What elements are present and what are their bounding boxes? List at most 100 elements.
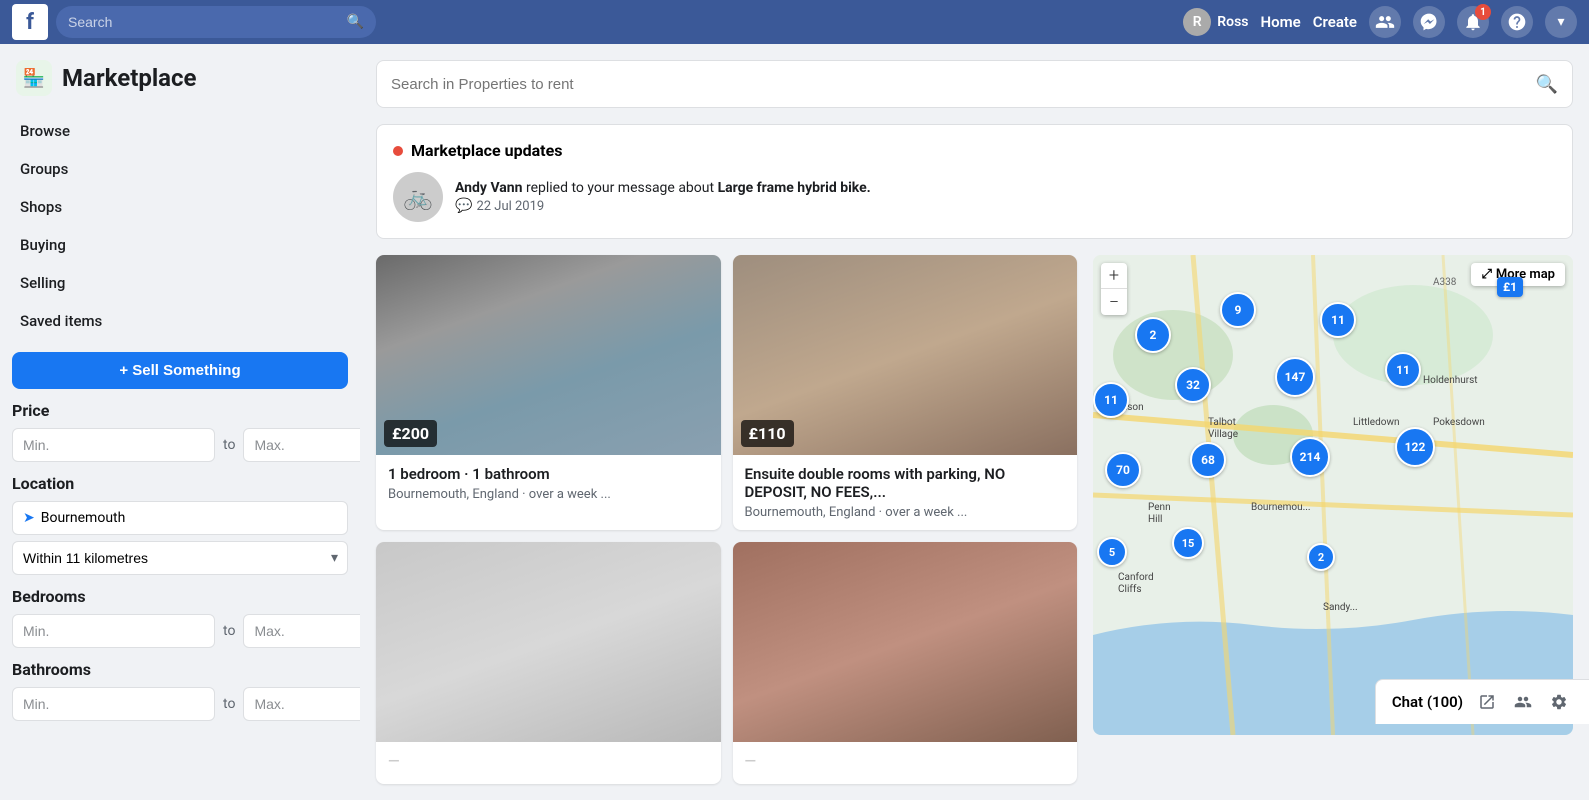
listing-price-badge: £110 xyxy=(741,420,794,447)
chat-people-icon-btn[interactable] xyxy=(1509,688,1537,716)
map-cluster[interactable]: 214 xyxy=(1290,437,1330,477)
map-cluster[interactable]: 11 xyxy=(1320,302,1356,338)
listing-title: Ensuite double rooms with parking, NO DE… xyxy=(745,465,1066,501)
listing-location: Bournemouth, England · over a week ... xyxy=(388,487,709,502)
property-search-input[interactable] xyxy=(391,76,1526,93)
map-cluster[interactable]: 15 xyxy=(1172,527,1204,559)
user-profile-link[interactable]: R Ross xyxy=(1183,8,1248,36)
listing-info: 1 bedroom · 1 bathroom Bournemouth, Engl… xyxy=(376,455,721,512)
listing-title: — xyxy=(388,752,709,770)
chat-widget-icons xyxy=(1473,688,1573,716)
global-search-box: 🔍 xyxy=(56,6,376,38)
svg-text:Talbot: Talbot xyxy=(1208,417,1236,428)
property-search-icon: 🔍 xyxy=(1536,74,1558,95)
zoom-in-button[interactable]: + xyxy=(1101,263,1127,289)
listing-info: Ensuite double rooms with parking, NO DE… xyxy=(733,455,1078,530)
main-layout: 🏪 Marketplace Browse Groups Shops Buying… xyxy=(0,44,1589,800)
map-cluster[interactable]: 122 xyxy=(1395,427,1435,467)
topnav-right: R Ross Home Create 1 ▾ xyxy=(1183,6,1577,38)
update-user: Andy Vann xyxy=(455,180,522,196)
map-cluster[interactable]: 9 xyxy=(1220,292,1256,328)
global-search-input[interactable] xyxy=(68,14,339,30)
bedrooms-filter-row: to xyxy=(12,614,348,648)
svg-text:Bournemou...: Bournemou... xyxy=(1251,502,1311,513)
svg-text:Littledown: Littledown xyxy=(1353,417,1399,428)
bathrooms-min-input[interactable] xyxy=(12,687,215,721)
map-cluster[interactable]: 11 xyxy=(1385,352,1421,388)
sidebar-item-groups[interactable]: Groups xyxy=(12,150,348,188)
map-cluster[interactable]: 70 xyxy=(1105,452,1141,488)
listing-image xyxy=(733,542,1078,742)
notifications-icon-btn[interactable]: 1 xyxy=(1457,6,1489,38)
listing-title: 1 bedroom · 1 bathroom xyxy=(388,465,709,483)
message-icon: 💬 xyxy=(455,198,472,214)
sidebar-item-selling[interactable]: Selling xyxy=(12,264,348,302)
sidebar-item-buying[interactable]: Buying xyxy=(12,226,348,264)
map-cluster[interactable]: 2 xyxy=(1135,317,1171,353)
sidebar-item-shops[interactable]: Shops xyxy=(12,188,348,226)
updates-panel: Marketplace updates 🚲 Andy Vann replied … xyxy=(376,124,1573,239)
update-action: replied to your message about xyxy=(526,180,718,196)
update-item[interactable]: 🚲 Andy Vann replied to your message abou… xyxy=(393,172,1556,222)
update-text: Andy Vann replied to your message about … xyxy=(455,180,871,196)
map-price-badge[interactable]: £1 xyxy=(1497,277,1523,297)
sidebar-item-browse[interactable]: Browse xyxy=(12,112,348,150)
map-cluster[interactable]: 11 xyxy=(1093,382,1129,418)
location-pin-icon: ➤ xyxy=(23,510,35,526)
price-min-input[interactable] xyxy=(12,428,215,462)
svg-text:Sandy...: Sandy... xyxy=(1323,602,1358,613)
map-cluster[interactable]: 2 xyxy=(1307,543,1335,571)
location-value-box[interactable]: ➤ Bournemouth xyxy=(12,501,348,535)
map-cluster[interactable]: 68 xyxy=(1190,442,1226,478)
zoom-out-button[interactable]: − xyxy=(1101,289,1127,315)
listings-grid: £200 1 bedroom · 1 bathroom Bournemouth,… xyxy=(376,255,1077,784)
map-cluster[interactable]: 5 xyxy=(1097,537,1127,567)
bathrooms-filter-label: Bathrooms xyxy=(12,660,348,679)
facebook-logo[interactable]: f xyxy=(12,4,48,40)
listing-card[interactable]: £110 Ensuite double rooms with parking, … xyxy=(733,255,1078,530)
listing-info: — xyxy=(376,742,721,784)
svg-text:Canford: Canford xyxy=(1118,571,1154,583)
price-max-input[interactable] xyxy=(243,428,360,462)
price-filter: Price to xyxy=(12,401,348,462)
sell-something-button[interactable]: + Sell Something xyxy=(12,352,348,389)
listing-info: — xyxy=(733,742,1078,784)
home-link[interactable]: Home xyxy=(1260,13,1300,31)
help-icon-btn[interactable] xyxy=(1501,6,1533,38)
svg-text:Cliffs: Cliffs xyxy=(1118,583,1142,595)
location-filter-label: Location xyxy=(12,474,348,493)
map-cluster[interactable]: 147 xyxy=(1275,357,1315,397)
price-filter-label: Price xyxy=(12,401,348,420)
user-name: Ross xyxy=(1217,14,1248,30)
km-select[interactable]: Within 11 kilometres Within 1 kilometre … xyxy=(12,541,348,575)
listing-price-badge: £200 xyxy=(384,420,437,447)
marketplace-icon: 🏪 xyxy=(16,60,52,96)
sidebar-item-saved[interactable]: Saved items xyxy=(12,302,348,340)
listing-card[interactable]: £200 1 bedroom · 1 bathroom Bournemouth,… xyxy=(376,255,721,530)
bathrooms-filter-row: to xyxy=(12,687,348,721)
map-cluster[interactable]: 32 xyxy=(1175,367,1211,403)
map-controls: + − xyxy=(1101,263,1127,315)
price-filter-row: to xyxy=(12,428,348,462)
chevron-down-icon-btn[interactable]: ▾ xyxy=(1545,6,1577,38)
create-link[interactable]: Create xyxy=(1313,13,1357,31)
bedrooms-max-input[interactable] xyxy=(243,614,360,648)
svg-text:Pokesdown: Pokesdown xyxy=(1433,417,1485,428)
chat-label: Chat (100) xyxy=(1392,693,1463,711)
svg-text:Hill: Hill xyxy=(1148,514,1162,525)
listing-card[interactable]: — xyxy=(376,542,721,784)
map-container[interactable]: A338 Kinson Talbot Village Littledown Po… xyxy=(1093,255,1573,735)
chat-expand-icon-btn[interactable] xyxy=(1473,688,1501,716)
listing-location: Bournemouth, England · over a week ... xyxy=(745,505,1066,520)
messenger-icon-btn[interactable] xyxy=(1413,6,1445,38)
bedrooms-min-input[interactable] xyxy=(12,614,215,648)
update-avatar: 🚲 xyxy=(393,172,443,222)
chat-widget[interactable]: Chat (100) xyxy=(1375,679,1589,724)
updates-header: Marketplace updates xyxy=(393,141,1556,160)
friends-icon-btn[interactable] xyxy=(1369,6,1401,38)
bathrooms-max-input[interactable] xyxy=(243,687,360,721)
property-search-box: 🔍 xyxy=(376,60,1573,108)
listing-card[interactable]: — xyxy=(733,542,1078,784)
update-time: 💬 22 Jul 2019 xyxy=(455,198,871,214)
chat-settings-icon-btn[interactable] xyxy=(1545,688,1573,716)
